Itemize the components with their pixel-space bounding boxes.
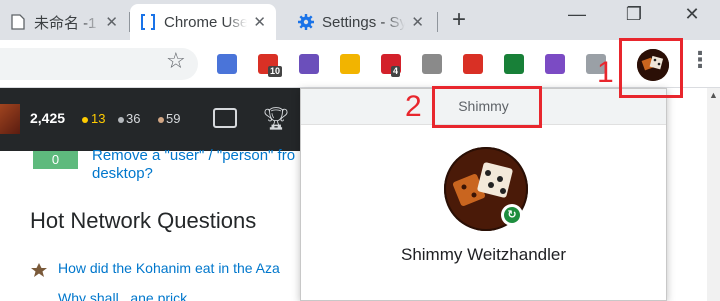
bronze-badge-icon: [158, 117, 164, 123]
visual-studio-extension-icon[interactable]: [545, 54, 565, 74]
question-link[interactable]: Why shall...ane prick...: [58, 290, 199, 301]
close-tab-icon[interactable]: ✕: [253, 13, 266, 31]
annotation-box-1: [619, 38, 683, 98]
gold-badge-icon: [82, 117, 88, 123]
close-window-button[interactable]: ✕: [677, 4, 707, 25]
tab-untitled[interactable]: 未命名 -1 ✕: [0, 4, 128, 40]
site-favicon-icon: [31, 263, 47, 277]
tab-settings[interactable]: Settings - Sync ✕: [288, 4, 434, 40]
scrollbar[interactable]: ▲: [707, 88, 720, 301]
ve-extension-icon[interactable]: [299, 54, 319, 74]
chrome-menu-icon[interactable]: ⋮: [689, 49, 711, 71]
gear-icon: [298, 14, 314, 30]
hot-network-heading: Hot Network Questions: [30, 208, 257, 233]
bracket-page-icon: [140, 14, 156, 30]
silver-badge-icon: [118, 117, 124, 123]
vote-count-badge: 0: [33, 151, 78, 169]
annotation-box-2: [432, 86, 542, 128]
silver-badge-count: 36: [126, 111, 141, 126]
tab-separator: [129, 12, 130, 32]
answer-link-continued[interactable]: desktop?: [92, 165, 153, 182]
close-tab-icon[interactable]: ✕: [105, 13, 118, 31]
tab-title: Chrome Users: [164, 13, 248, 31]
bookmark-star-icon[interactable]: ☆: [166, 50, 186, 72]
tab-separator: [437, 12, 438, 32]
annotation-label-1: 1: [597, 56, 614, 89]
onetab-extension-icon[interactable]: [340, 54, 360, 74]
flag-extension-icon[interactable]: [463, 54, 483, 74]
tab-title: Settings - Sync: [322, 13, 406, 31]
minimize-button[interactable]: —: [562, 4, 592, 25]
answer-link[interactable]: Remove a "user" / "person" fro: [92, 147, 295, 164]
restore-button[interactable]: ❐: [619, 4, 649, 25]
browser-window: 未命名 -1 ✕ Chrome Users ✕ Settings - Sync …: [0, 0, 720, 301]
window-extension-icon[interactable]: [422, 54, 442, 74]
tab-strip: 未命名 -1 ✕ Chrome Users ✕ Settings - Sync …: [0, 0, 720, 40]
bronze-badge-count: 59: [166, 111, 181, 126]
scroll-up-icon[interactable]: ▲: [709, 90, 718, 100]
inbox-icon[interactable]: [213, 108, 237, 128]
user-avatar[interactable]: [0, 104, 20, 134]
tab-title: 未命名 -1: [34, 14, 97, 32]
extension-badge-count: 10: [268, 66, 283, 77]
trophy-icon[interactable]: 🏆︎: [262, 106, 290, 132]
shield-check-extension-icon[interactable]: [504, 54, 524, 74]
question-link[interactable]: How did the Kohanim eat in the Aza: [58, 260, 280, 276]
tab-chrome-users[interactable]: Chrome Users ✕: [130, 4, 276, 40]
close-tab-icon[interactable]: ✕: [411, 13, 424, 31]
document-icon: [10, 14, 26, 30]
reputation-score[interactable]: 2,425: [30, 110, 65, 126]
translate-extension-icon[interactable]: [217, 54, 237, 74]
annotation-label-2: 2: [405, 90, 422, 123]
profile-full-name: Shimmy Weitzhandler: [400, 245, 567, 264]
sync-on-icon: ↻: [501, 204, 523, 226]
new-tab-button[interactable]: +: [452, 6, 466, 34]
gold-badge-count: 13: [91, 111, 106, 126]
extension-badge-count: 4: [391, 66, 401, 77]
